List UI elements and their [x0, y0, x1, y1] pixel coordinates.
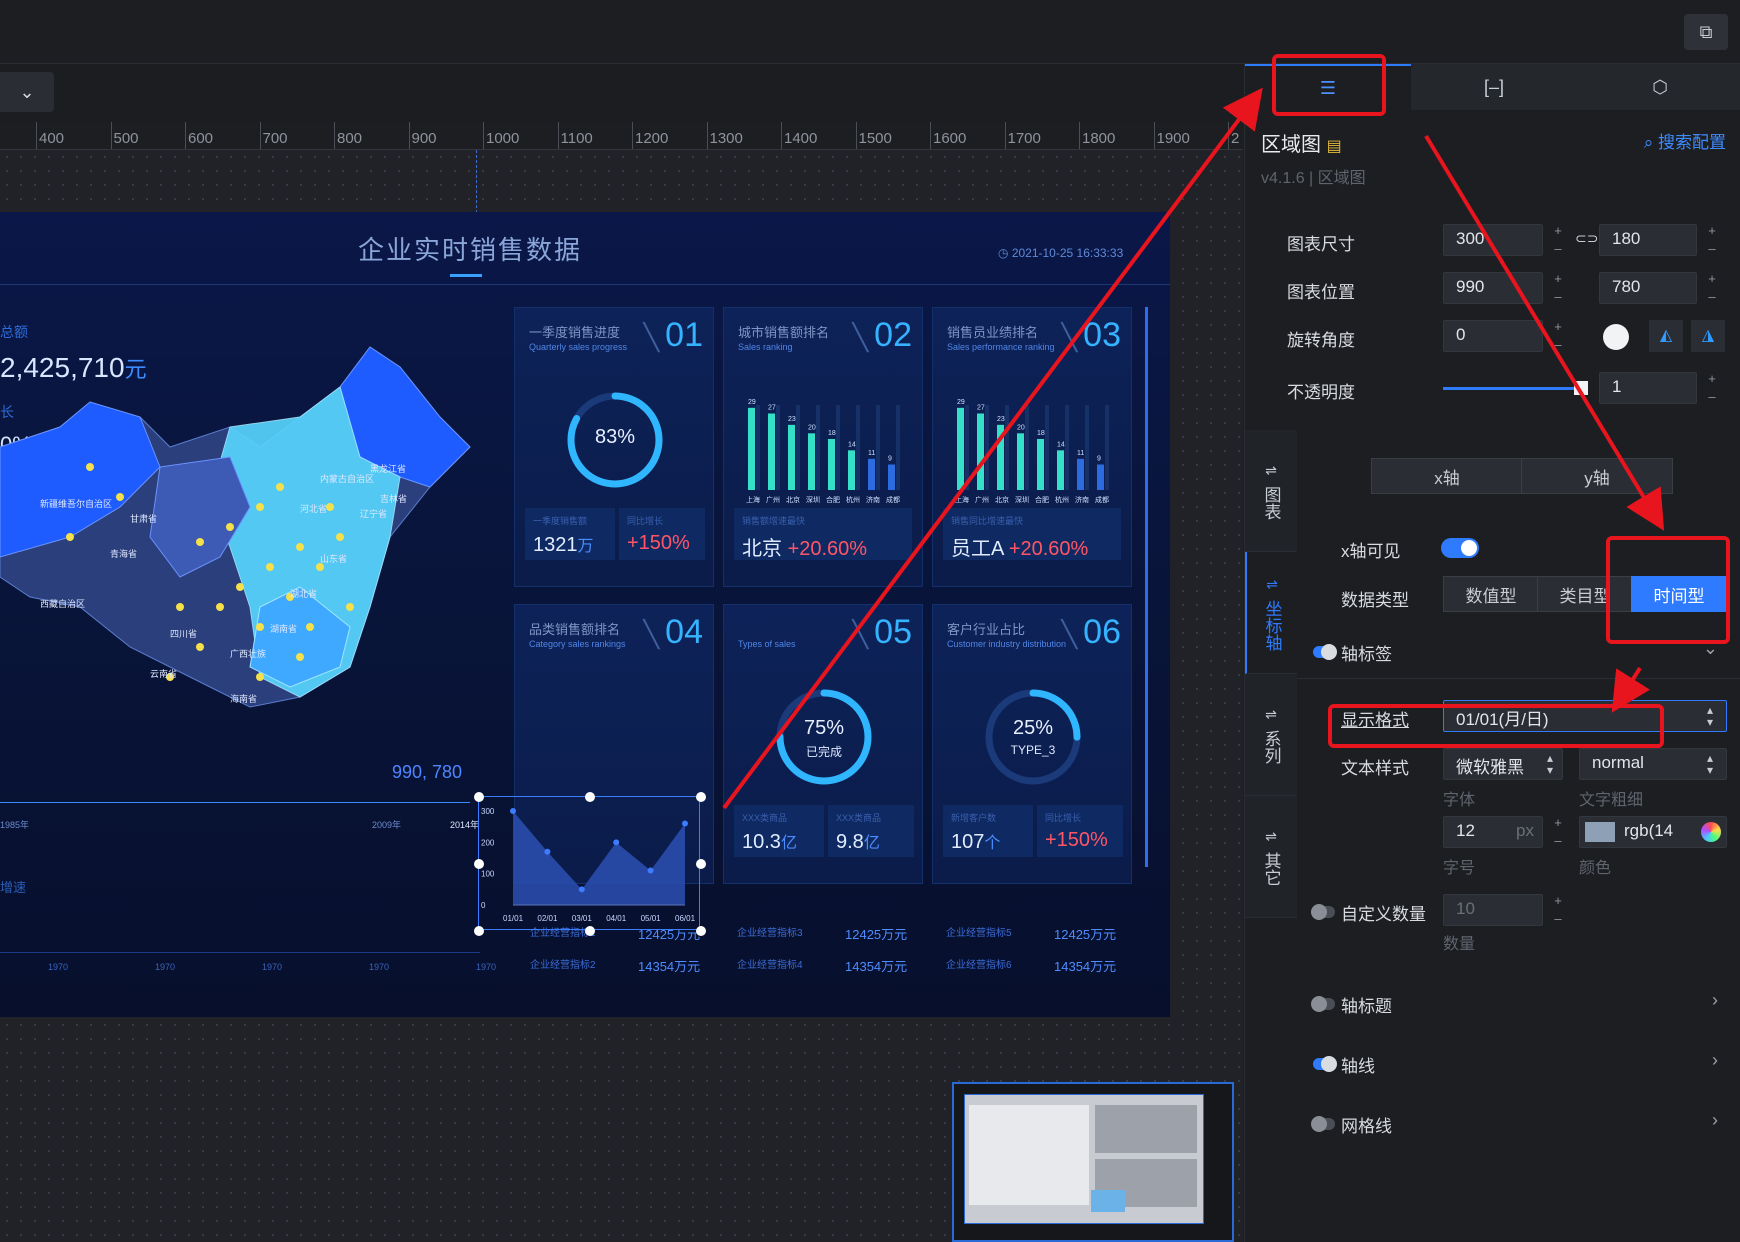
annotation-arrows — [722, 87, 1665, 810]
